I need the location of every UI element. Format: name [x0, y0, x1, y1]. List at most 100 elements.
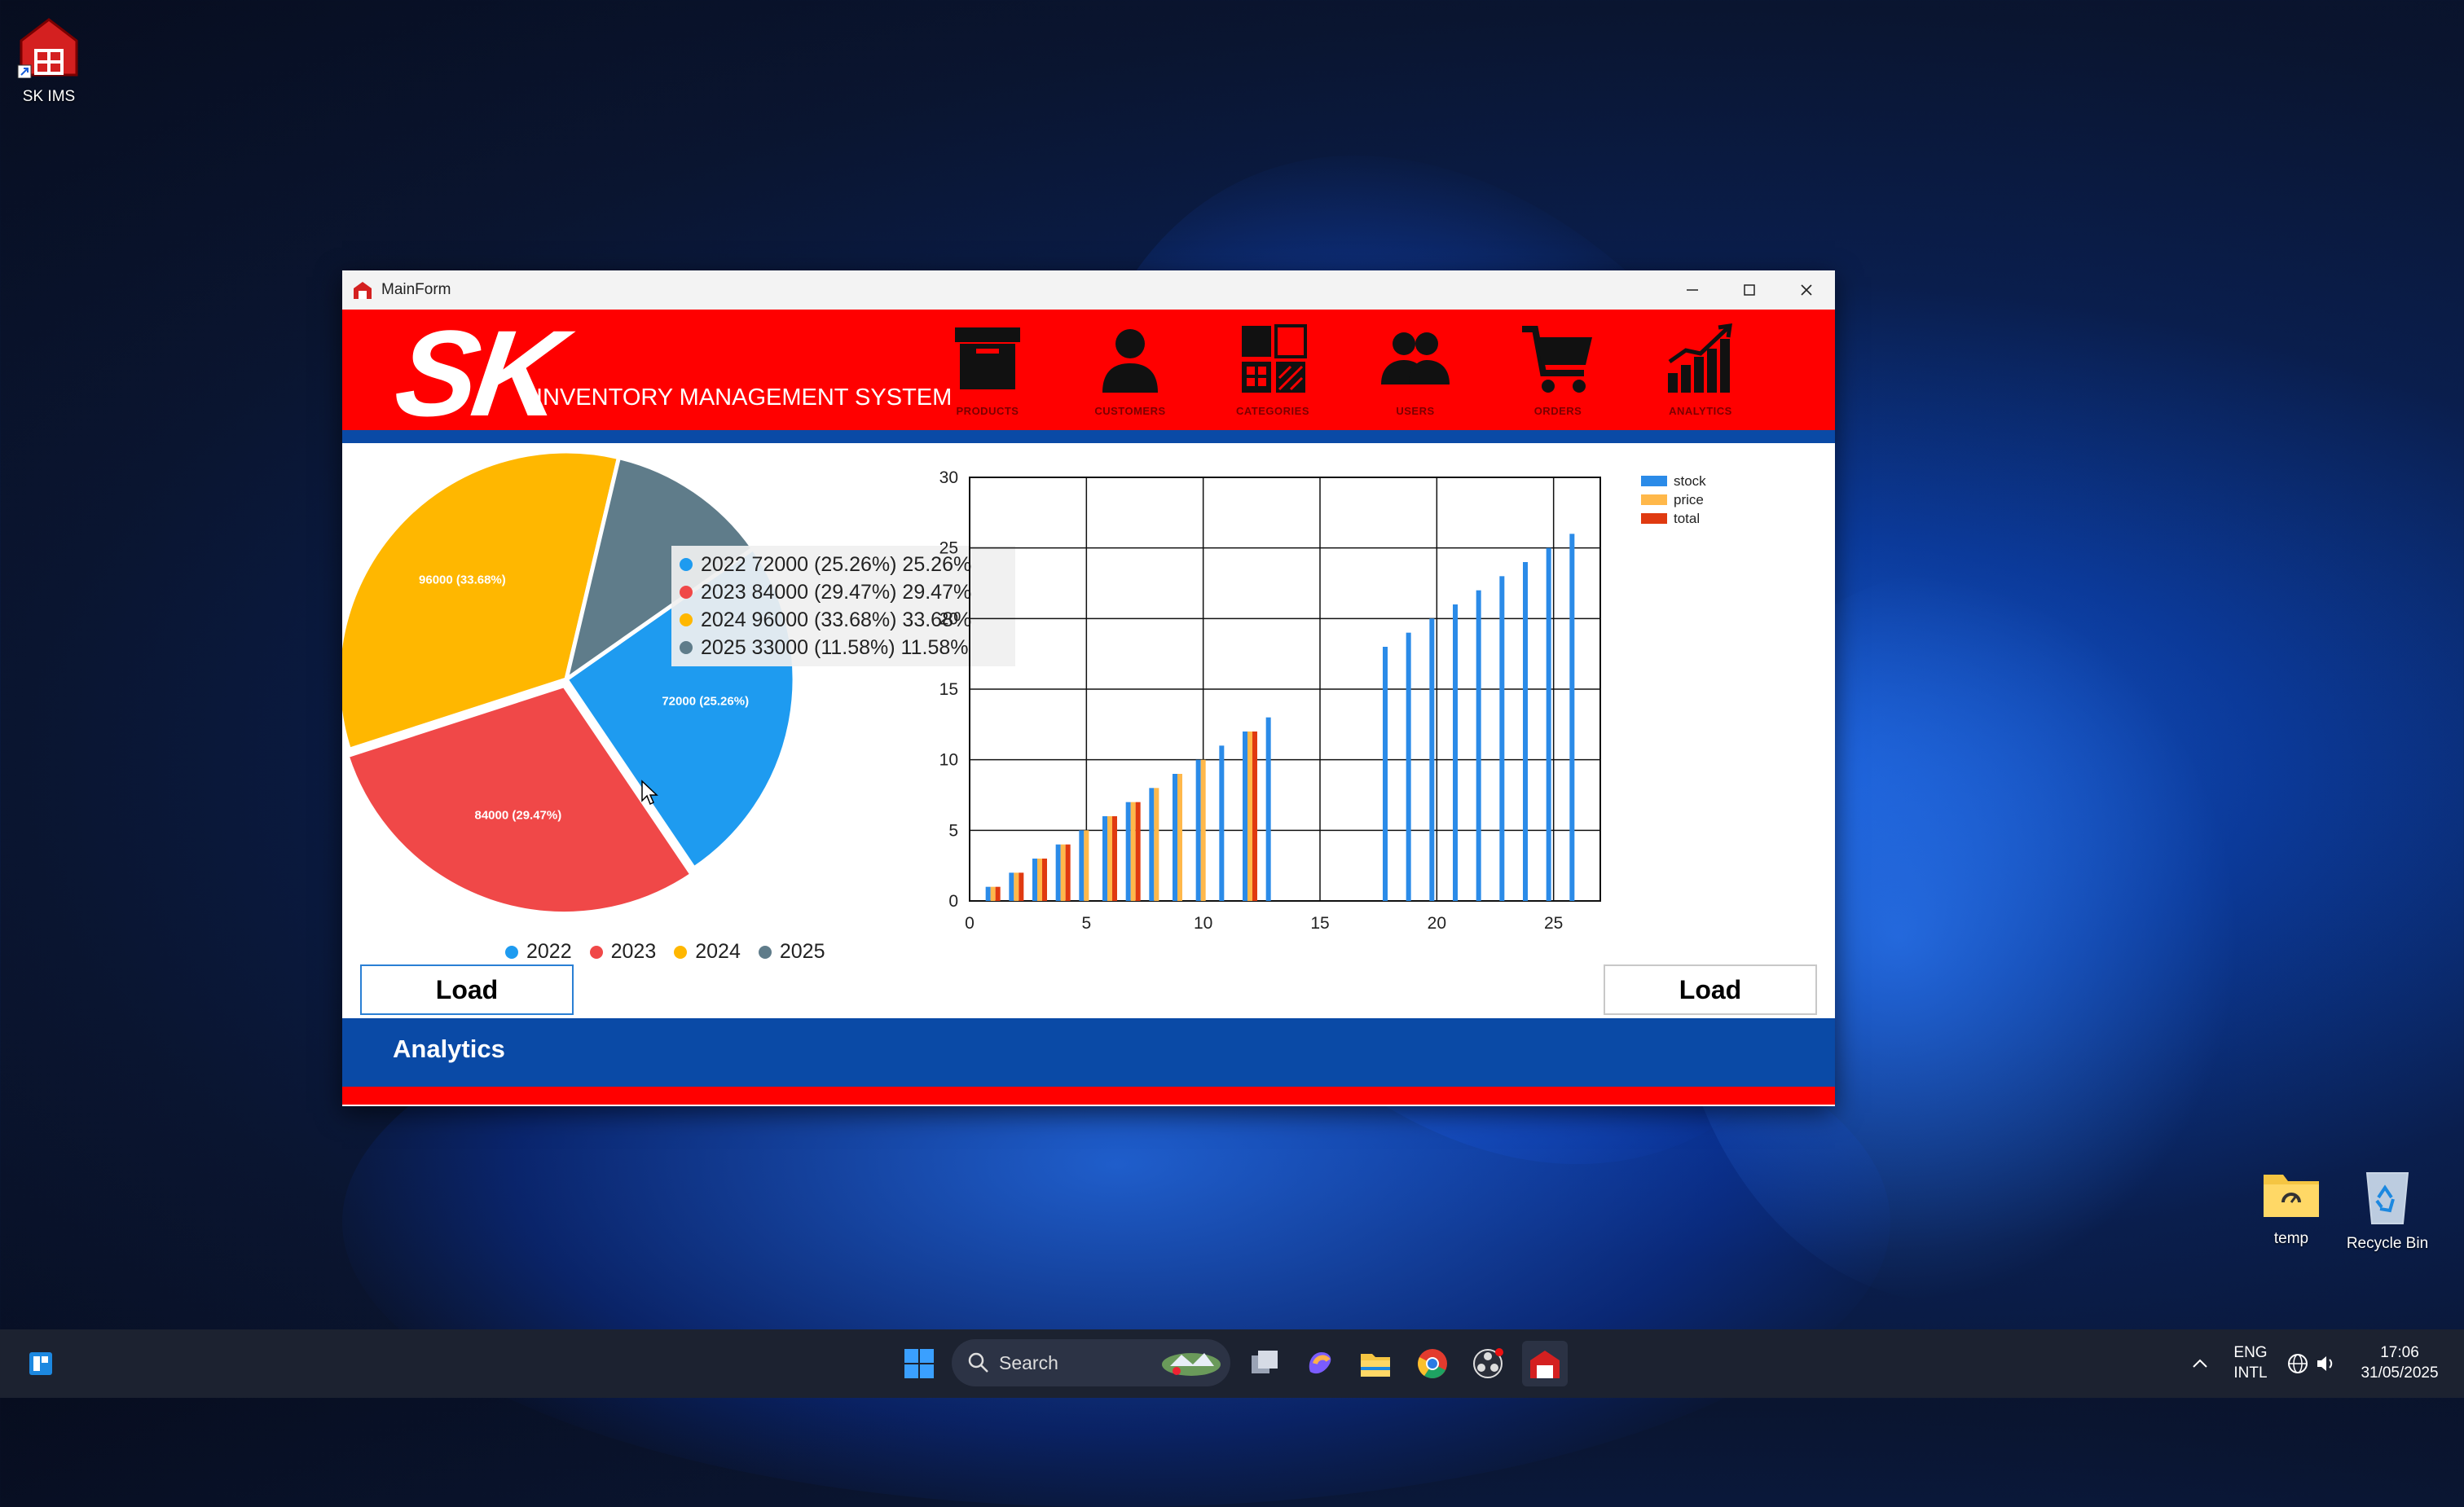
- language-indicator[interactable]: ENG INTL: [2218, 1342, 2283, 1383]
- copilot-button[interactable]: [1297, 1341, 1343, 1386]
- bar-total[interactable]: [1135, 802, 1141, 901]
- taskbar-search[interactable]: Search: [952, 1339, 1230, 1386]
- bar-price[interactable]: [1154, 788, 1159, 901]
- start-button[interactable]: [896, 1341, 942, 1386]
- folder-icon: [1361, 1354, 1390, 1377]
- bar-stock[interactable]: [1476, 590, 1481, 901]
- windows-icon: [904, 1349, 934, 1378]
- brand-logo: SK: [388, 305, 568, 442]
- legend-dot: [680, 586, 693, 599]
- analytics-icon: [1668, 323, 1732, 393]
- nav-label: CATEGORIES: [1236, 405, 1309, 417]
- bar-stock[interactable]: [1453, 604, 1458, 901]
- maximize-button[interactable]: [1721, 270, 1778, 310]
- minimize-button[interactable]: [1664, 270, 1721, 310]
- x-tick-label: 0: [965, 914, 975, 933]
- network-icon[interactable]: [2286, 1352, 2309, 1375]
- legend-dot: [680, 613, 693, 626]
- bar-stock[interactable]: [1079, 830, 1085, 901]
- task-view-icon: [1252, 1351, 1278, 1373]
- legend-item[interactable]: 2023: [589, 940, 656, 964]
- app-subtitle: INVENTORY MANAGEMENT SYSTEM: [536, 384, 953, 411]
- x-tick-label: 15: [1310, 914, 1329, 933]
- chrome-button[interactable]: [1410, 1341, 1455, 1386]
- bar-price[interactable]: [1247, 732, 1252, 901]
- bar-stock[interactable]: [1546, 547, 1551, 901]
- bar-price[interactable]: [1130, 802, 1136, 901]
- legend-label: 2022: [526, 940, 572, 963]
- y-tick-label: 10: [939, 751, 958, 770]
- bar-stock[interactable]: [1219, 745, 1225, 901]
- bar-chart[interactable]: 0 5 10 15 20 25 30 0 5 10 15 20 25 stock price total: [896, 443, 1793, 948]
- footer-bar: Analytics: [342, 1018, 1835, 1087]
- desktop-icon-label: Recycle Bin: [2346, 1235, 2429, 1252]
- bar-stock[interactable]: [1102, 816, 1107, 901]
- nav-orders[interactable]: ORDERS: [1501, 321, 1615, 417]
- bar-stock[interactable]: [1243, 732, 1247, 901]
- nav-categories[interactable]: CATEGORIES: [1216, 321, 1330, 417]
- bar-stock[interactable]: [1055, 844, 1061, 901]
- bar-stock[interactable]: [1523, 562, 1528, 901]
- x-tick-label: 25: [1544, 914, 1563, 933]
- legend-label: stock: [1674, 473, 1706, 489]
- bar-stock[interactable]: [1125, 802, 1131, 901]
- widgets-button[interactable]: [18, 1341, 64, 1386]
- load-pie-button[interactable]: Load: [360, 964, 574, 1015]
- bar-price[interactable]: [1200, 759, 1206, 901]
- bar-price[interactable]: [1060, 844, 1066, 901]
- y-tick-label: 5: [948, 821, 958, 840]
- bar-total[interactable]: [1112, 816, 1117, 901]
- bar-price[interactable]: [1107, 816, 1112, 901]
- legend-item[interactable]: 2022: [505, 940, 572, 964]
- bar-stock[interactable]: [1406, 632, 1411, 901]
- pie-chart[interactable]: 72000 (25.26%) 84000 (29.47%) 96000 (33.68…: [342, 443, 847, 932]
- legend-item[interactable]: 2025: [758, 940, 825, 964]
- obs-icon: [1473, 1348, 1503, 1378]
- bar-stock[interactable]: [1265, 717, 1271, 901]
- analytics-content: 72000 (25.26%) 84000 (29.47%) 96000 (33.68…: [342, 443, 1835, 1018]
- legend-label: 2025: [779, 940, 825, 963]
- chevron-up-icon[interactable]: [2190, 1354, 2210, 1373]
- clock[interactable]: 17:06 31/05/2025: [2347, 1342, 2453, 1383]
- desktop-icon-recycle-bin[interactable]: Recycle Bin: [2330, 1166, 2444, 1253]
- close-button[interactable]: [1778, 270, 1835, 310]
- bar-price[interactable]: [1037, 859, 1042, 901]
- legend-item[interactable]: 2024: [674, 940, 741, 964]
- bar-stock[interactable]: [1149, 788, 1155, 901]
- bar-stock[interactable]: [985, 886, 991, 901]
- bar-stock[interactable]: [1499, 576, 1505, 901]
- bar-total[interactable]: [995, 886, 1001, 901]
- bar-price[interactable]: [1084, 830, 1089, 901]
- bar-total[interactable]: [1065, 844, 1071, 901]
- obs-button[interactable]: [1465, 1341, 1511, 1386]
- bar-stock[interactable]: [1173, 774, 1177, 901]
- pie-legend: 2022 2023 2024 2025: [505, 940, 825, 964]
- bar-price[interactable]: [1177, 774, 1182, 901]
- bar-stock[interactable]: [1009, 872, 1014, 901]
- bar-total[interactable]: [1042, 859, 1047, 901]
- bar-total[interactable]: [1252, 732, 1257, 901]
- bar-price[interactable]: [1014, 872, 1019, 901]
- sk-ims-taskbar-button[interactable]: [1522, 1341, 1568, 1386]
- file-explorer-button[interactable]: [1353, 1341, 1398, 1386]
- nav-products[interactable]: PRODUCTS: [931, 321, 1045, 417]
- bar-stock[interactable]: [1569, 534, 1575, 901]
- x-tick-label: 20: [1428, 914, 1446, 933]
- bar-price[interactable]: [990, 886, 996, 901]
- nav-users[interactable]: USERS: [1358, 321, 1472, 417]
- load-bar-button[interactable]: Load: [1604, 964, 1817, 1015]
- legend-swatch: [1641, 476, 1667, 486]
- volume-icon[interactable]: [2314, 1352, 2337, 1375]
- bar-total[interactable]: [1019, 872, 1024, 901]
- bar-stock[interactable]: [1383, 647, 1388, 901]
- bar-stock[interactable]: [1429, 618, 1435, 901]
- bar-stock[interactable]: [1032, 859, 1037, 901]
- window-titlebar[interactable]: MainForm: [342, 270, 1835, 310]
- desktop-icon-sk-ims[interactable]: SK IMS: [0, 13, 106, 106]
- bar-stock[interactable]: [1195, 759, 1201, 901]
- nav-customers[interactable]: CUSTOMERS: [1073, 321, 1187, 417]
- task-view-button[interactable]: [1242, 1341, 1287, 1386]
- app-header: SK INVENTORY MANAGEMENT SYSTEM PRODUCTS …: [342, 305, 1835, 442]
- nav-analytics[interactable]: ANALYTICS: [1643, 321, 1758, 417]
- legend-dot: [674, 945, 688, 959]
